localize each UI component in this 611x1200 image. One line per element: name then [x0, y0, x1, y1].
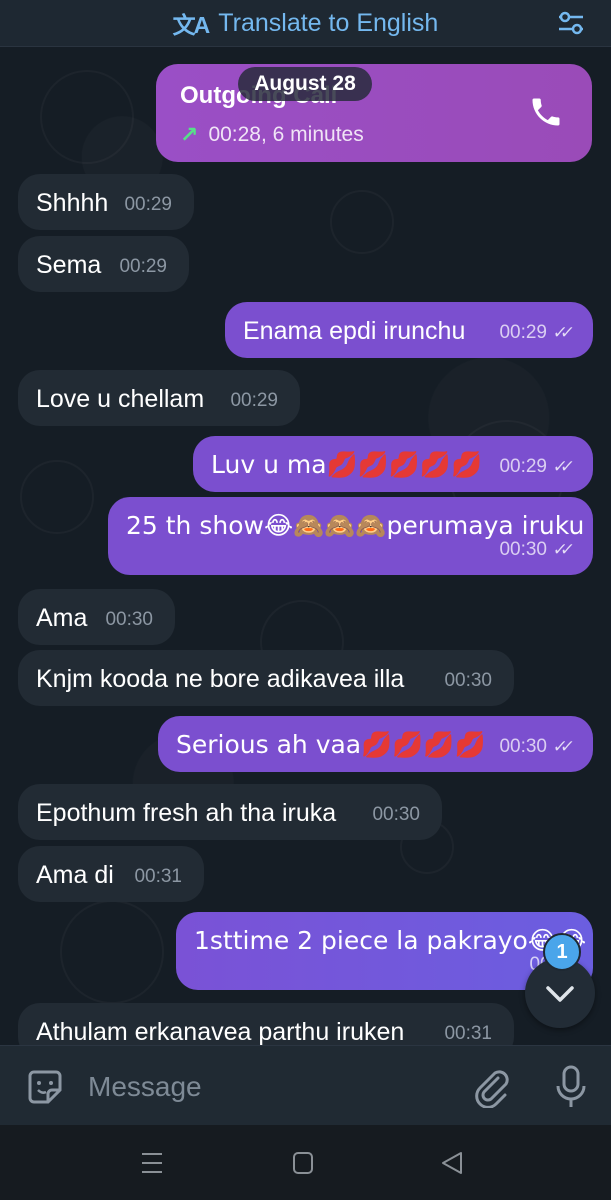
message-outgoing[interactable]: Luv u ma💋💋💋💋💋 00:29 ✓✓: [193, 436, 593, 492]
call-detail: ↗ 00:28, 6 minutes: [180, 122, 364, 148]
read-ticks-icon: ✓✓: [551, 457, 569, 476]
message-text: Luv u ma💋💋💋💋💋: [211, 450, 483, 479]
message-outgoing[interactable]: Enama epdi irunchu 00:29 ✓✓: [225, 302, 593, 358]
system-nav-bar: [0, 1125, 611, 1200]
message-meta: 00:29: [230, 386, 278, 416]
translate-label: Translate to English: [218, 8, 439, 37]
message-outgoing[interactable]: Serious ah vaa💋💋💋💋 00:30 ✓✓: [158, 716, 593, 772]
attach-icon[interactable]: [470, 1064, 510, 1108]
message-time: 00:30: [444, 670, 492, 691]
message-input[interactable]: [86, 1066, 460, 1108]
message-meta: 00:30: [105, 605, 153, 635]
message-text: Ama di: [36, 861, 114, 889]
message-meta: 00:29 ✓✓: [499, 318, 577, 348]
call-detail-text: 00:28, 6 minutes: [208, 123, 364, 146]
message-meta: 00:30: [444, 666, 492, 696]
back-icon[interactable]: [433, 1145, 473, 1181]
message-time: 00:30: [105, 609, 153, 630]
outgoing-call-bubble[interactable]: Outgoing Call ↗ 00:28, 6 minutes: [156, 64, 592, 162]
message-meta: 00:30: [372, 800, 420, 830]
message-incoming[interactable]: Ama 00:30: [18, 589, 175, 645]
translate-bar[interactable]: 文A Translate to English: [0, 0, 611, 47]
phone-icon[interactable]: [528, 94, 564, 130]
message-text: Sema: [36, 251, 102, 279]
message-meta: 00:29: [119, 252, 167, 282]
message-time: 00:29: [119, 256, 167, 277]
message-incoming[interactable]: Shhhh 00:29: [18, 174, 194, 230]
message-meta: 00:31: [134, 862, 182, 892]
message-text: Enama epdi irunchu: [243, 317, 466, 345]
read-ticks-icon: ✓✓: [551, 737, 569, 756]
message-text: 1sttime 2 piece la pakrayo😂😂: [194, 926, 587, 955]
outgoing-arrow-icon: ↗: [180, 122, 199, 147]
date-separator: August 28: [238, 67, 372, 101]
message-time: 00:29: [499, 456, 547, 477]
message-meta: 00:29 ✓✓: [499, 452, 577, 482]
message-incoming[interactable]: Ama di 00:31: [18, 846, 204, 902]
message-time: 00:31: [134, 866, 182, 887]
unread-count-badge: 1: [543, 933, 581, 971]
message-incoming[interactable]: Love u chellam 00:29: [18, 370, 300, 426]
message-text: Athulam erkanavea parthu iruken: [36, 1018, 405, 1046]
message-time: 00:29: [499, 322, 547, 343]
home-icon[interactable]: [283, 1145, 323, 1181]
sticker-icon[interactable]: [24, 1066, 66, 1108]
message-text: Serious ah vaa💋💋💋💋: [176, 730, 486, 759]
message-composer: [0, 1045, 611, 1126]
read-ticks-icon: ✓✓: [551, 323, 569, 342]
message-incoming[interactable]: Epothum fresh ah tha iruka 00:30: [18, 784, 442, 840]
message-time: 00:29: [230, 390, 278, 411]
message-meta: 00:29: [124, 190, 172, 220]
message-text: Love u chellam: [36, 385, 205, 413]
translate-icon: 文A: [172, 12, 211, 38]
message-time: 00:29: [124, 194, 172, 215]
message-incoming[interactable]: Knjm kooda ne bore adikavea illa 00:30: [18, 650, 514, 706]
message-text: Epothum fresh ah tha iruka: [36, 799, 337, 827]
menu-icon[interactable]: [132, 1145, 172, 1181]
message-time: 00:30: [499, 539, 547, 560]
filter-icon[interactable]: [557, 10, 585, 36]
message-text: Knjm kooda ne bore adikavea illa: [36, 665, 405, 693]
message-meta: 00:30 ✓✓: [499, 535, 577, 565]
mic-icon[interactable]: [551, 1064, 591, 1110]
message-text: Ama: [36, 604, 88, 632]
message-outgoing[interactable]: 25 th show😂🙈🙈🙈perumaya iruku 00:30 ✓✓: [108, 497, 593, 575]
translate-button[interactable]: 文A Translate to English: [173, 6, 439, 40]
message-text: Shhhh: [36, 189, 109, 217]
message-incoming[interactable]: Sema 00:29: [18, 236, 189, 292]
read-ticks-icon: ✓✓: [551, 540, 569, 559]
message-meta: 00:30 ✓✓: [499, 732, 577, 762]
message-time: 00:30: [499, 736, 547, 757]
message-time: 00:30: [372, 804, 420, 825]
